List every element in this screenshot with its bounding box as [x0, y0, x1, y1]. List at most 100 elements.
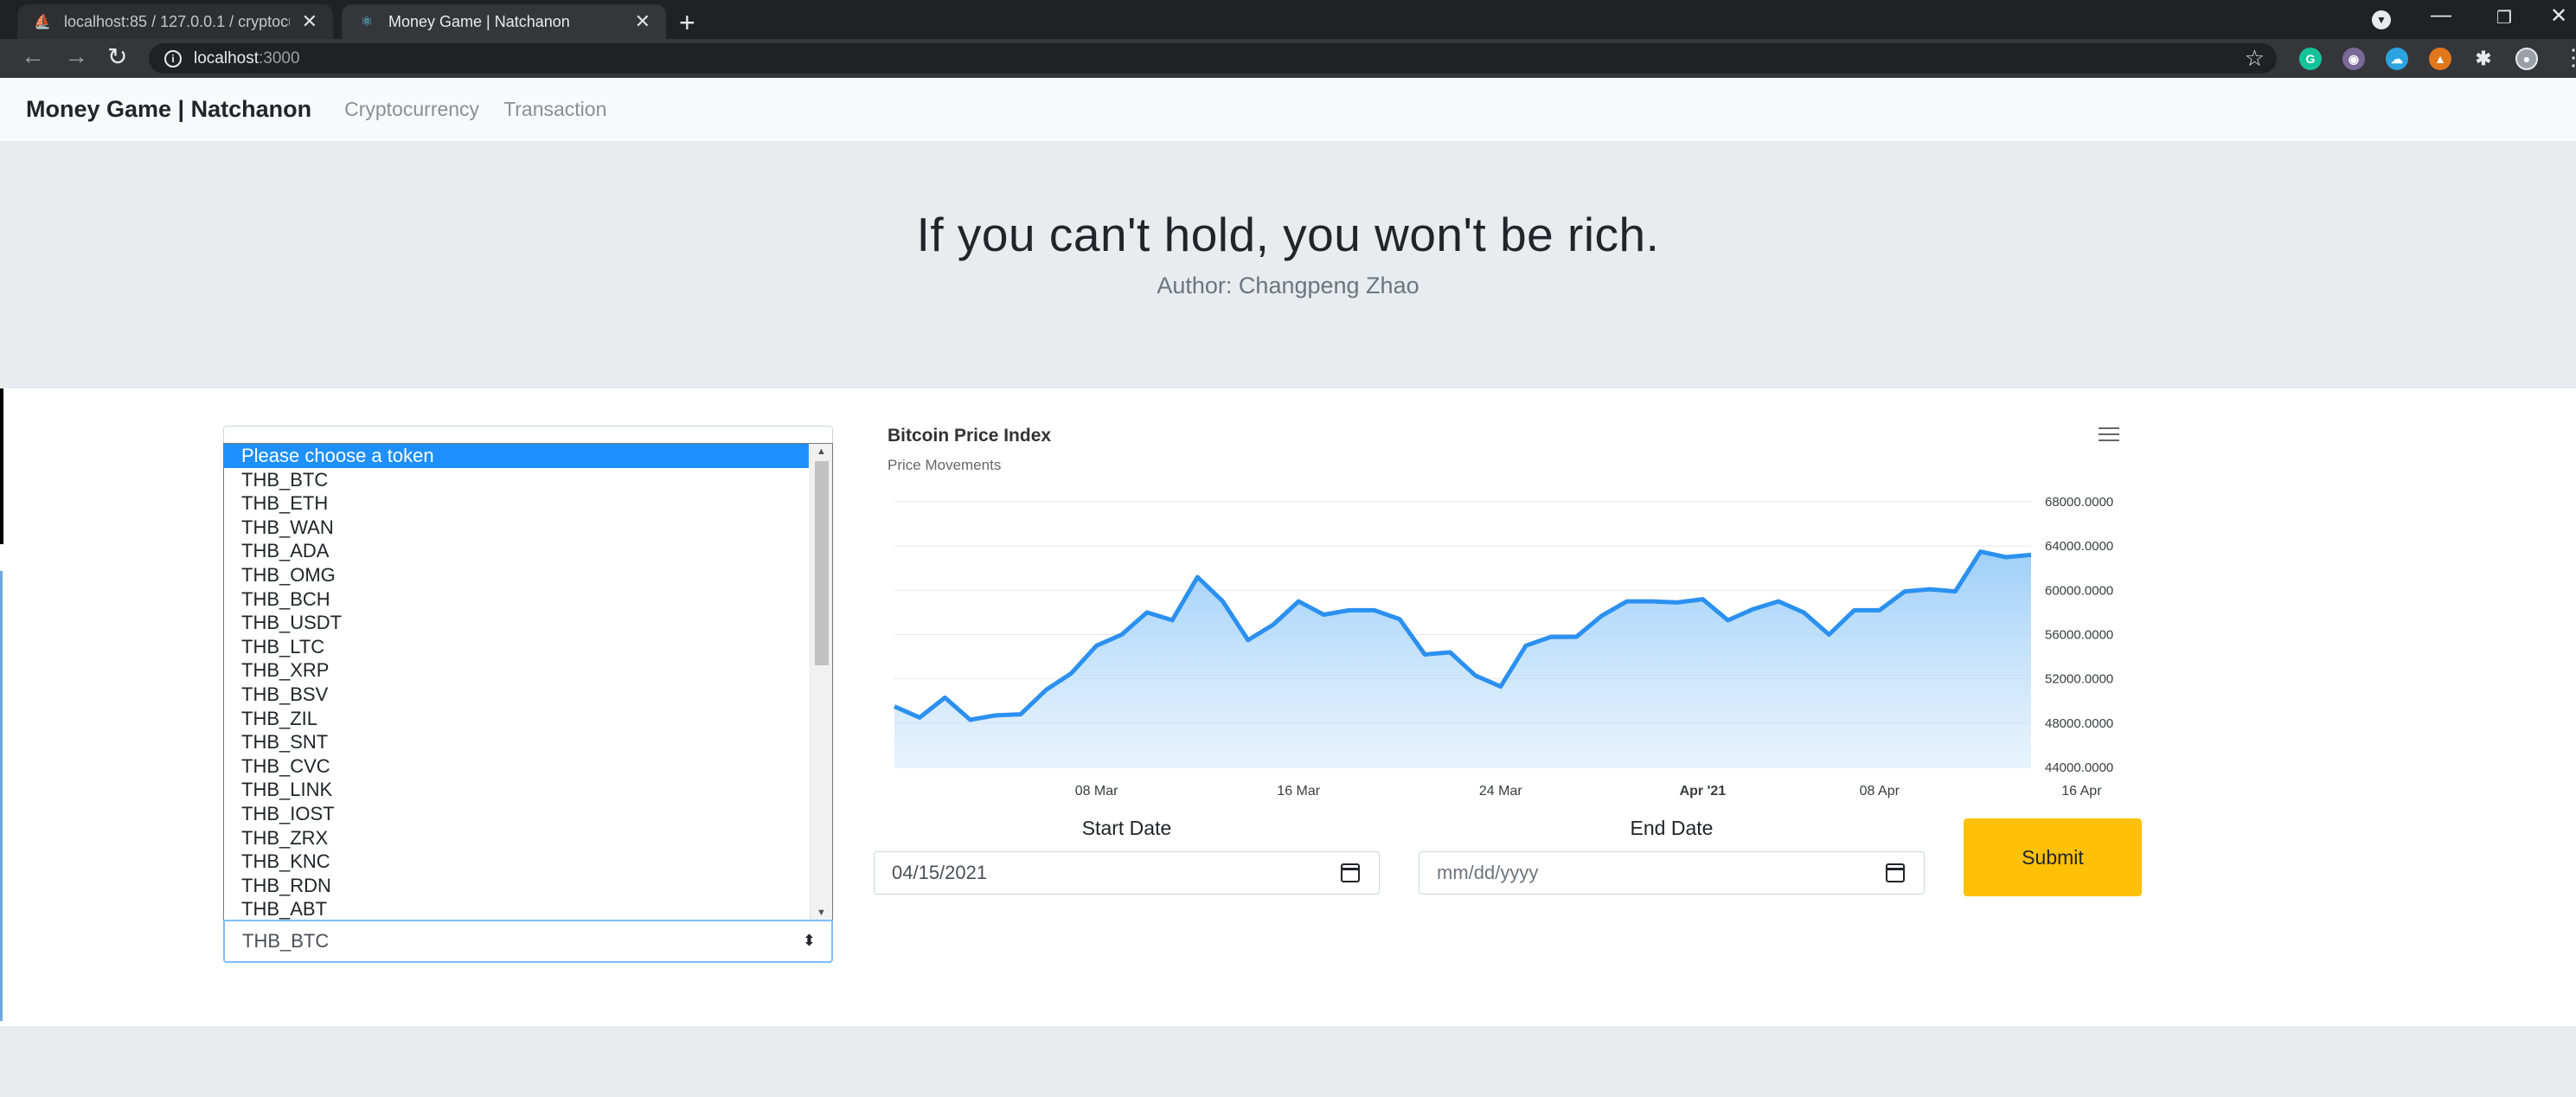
token-option[interactable]: THB_ZIL — [224, 707, 809, 731]
start-date-label: Start Date — [1081, 817, 1172, 839]
end-date-label: End Date — [1630, 817, 1714, 839]
chart-title: Bitcoin Price Index — [888, 426, 1052, 446]
start-date-value: 04/15/2021 — [892, 862, 988, 883]
nav-link-cryptocurrency[interactable]: Cryptocurrency — [344, 98, 479, 121]
reload-icon[interactable]: ↻ — [107, 42, 127, 71]
url-host: localhost — [194, 48, 259, 67]
end-date-input[interactable]: mm/dd/yyyy — [1419, 851, 1925, 895]
url-text: localhost:3000 — [194, 49, 300, 68]
token-option[interactable]: THB_KNC — [224, 850, 809, 874]
phpmyadmin-sail-icon: ⛵ — [34, 15, 51, 29]
calendar-icon[interactable] — [1341, 863, 1360, 882]
token-option[interactable]: Please choose a token — [224, 444, 809, 468]
token-option[interactable]: THB_ABT — [224, 897, 809, 921]
window-close-icon[interactable]: ✕ — [2550, 3, 2567, 29]
profile-avatar-icon[interactable]: ● — [2515, 48, 2538, 70]
token-option[interactable]: THB_ADA — [224, 539, 809, 563]
y-tick-label: 68000.0000 — [2045, 495, 2113, 510]
token-options: Please choose a token THB_BTC THB_ETH THB_W… — [224, 444, 832, 921]
app-navbar: Money Game | Natchanon Cryptocurrency Tr… — [0, 78, 2576, 141]
forward-arrow-icon[interactable]: → — [64, 42, 88, 70]
token-select-frame — [223, 426, 833, 443]
minimize-icon[interactable]: — — [2431, 3, 2451, 28]
bitcoin-price-chart: 44000.0000 48000.0000 52000.0000 56000.0000… — [874, 415, 2145, 805]
cloud-extension-icon[interactable]: ☁ — [2386, 48, 2408, 70]
address-bar[interactable]: i localhost:3000 ☆ — [149, 43, 2277, 74]
metamask-icon[interactable]: ▲ — [2429, 48, 2451, 70]
more-menu-icon[interactable]: ⋮ — [2562, 44, 2576, 71]
browser-toolbar: ← → ↻ i localhost:3000 ☆ G ◉ ☁ ▲ ✱ ● ⋮ — [0, 39, 2576, 78]
calendar-icon[interactable] — [1886, 863, 1905, 882]
token-option[interactable]: THB_WAN — [224, 516, 809, 540]
nav-link-transaction[interactable]: Transaction — [503, 98, 606, 121]
close-icon[interactable]: ✕ — [302, 10, 317, 33]
tab-title: localhost:85 / 127.0.0.1 / cryptocurrenc… — [64, 12, 290, 30]
dropdown-scrollbar[interactable]: ▲ ▼ — [810, 444, 832, 921]
grammarly-icon[interactable]: G — [2299, 48, 2322, 70]
y-tick-label: 56000.0000 — [2045, 628, 2113, 643]
price-area-fill — [894, 551, 2031, 767]
token-option[interactable]: THB_ZRX — [224, 826, 809, 850]
token-option[interactable]: THB_CVC — [224, 754, 809, 779]
hamburger-menu-icon[interactable] — [2099, 427, 2119, 441]
x-tick-label: Apr '21 — [1680, 784, 1727, 799]
window-edge — [0, 571, 3, 1021]
url-port: :3000 — [259, 48, 300, 67]
react-atom-icon: ⚛ — [360, 15, 374, 29]
y-tick-label: 60000.0000 — [2045, 583, 2113, 598]
quote-author: Author: Changpeng Zhao — [1157, 273, 1419, 298]
x-tick-label: 08 Mar — [1075, 784, 1118, 799]
y-tick-label: 44000.0000 — [2045, 760, 2113, 775]
window-edge — [0, 388, 3, 544]
token-option[interactable]: THB_BSV — [224, 683, 809, 707]
token-option[interactable]: THB_LINK — [224, 778, 809, 802]
browser-window: ⛵ localhost:85 / 127.0.0.1 / cryptocurre… — [0, 0, 2576, 1097]
puzzle-extensions-icon[interactable]: ✱ — [2472, 48, 2495, 70]
token-option[interactable]: THB_BCH — [224, 587, 809, 612]
start-date-input[interactable]: 04/15/2021 — [874, 851, 1380, 895]
token-option[interactable]: THB_ETH — [224, 491, 809, 516]
tab-search-icon[interactable]: ▼ — [2372, 10, 2391, 29]
token-option[interactable]: THB_RDN — [224, 874, 809, 898]
tab-title: Money Game | Natchanon — [388, 12, 570, 30]
token-option[interactable]: THB_XRP — [224, 658, 809, 683]
token-option[interactable]: THB_IOST — [224, 802, 809, 826]
close-icon[interactable]: ✕ — [635, 10, 650, 33]
quote-heading: If you can't hold, you won't be rich. — [916, 208, 1660, 261]
bookmark-star-icon[interactable]: ☆ — [2245, 45, 2265, 72]
scroll-down-arrow-icon[interactable]: ▼ — [811, 905, 832, 921]
y-tick-label: 64000.0000 — [2045, 539, 2113, 554]
chart-svg: 44000.0000 48000.0000 52000.0000 56000.0000… — [893, 495, 2113, 799]
token-option[interactable]: THB_BTC — [224, 468, 809, 492]
tab-strip: ⛵ localhost:85 / 127.0.0.1 / cryptocurre… — [0, 0, 2576, 39]
footer-band — [0, 1026, 2576, 1097]
x-tick-label: 16 Mar — [1277, 784, 1320, 799]
site-info-icon[interactable]: i — [164, 49, 182, 67]
back-arrow-icon[interactable]: ← — [21, 42, 45, 70]
token-select[interactable]: THB_BTC ⬍ — [223, 920, 833, 963]
owl-extension-icon[interactable]: ◉ — [2342, 48, 2365, 70]
tab-phpmyadmin[interactable]: ⛵ localhost:85 / 127.0.0.1 / cryptocurre… — [17, 4, 333, 39]
new-tab-button[interactable]: + — [679, 7, 695, 39]
end-date-placeholder: mm/dd/yyyy — [1437, 862, 1539, 883]
quote-jumbotron: If you can't hold, you won't be rich. Au… — [0, 141, 2576, 388]
scrollbar-thumb[interactable] — [815, 461, 829, 665]
scroll-up-arrow-icon[interactable]: ▲ — [811, 444, 832, 459]
x-tick-label: 16 Apr — [2061, 784, 2102, 799]
navbar-brand[interactable]: Money Game | Natchanon — [26, 96, 311, 123]
submit-button[interactable]: Submit — [1964, 818, 2142, 896]
token-dropdown-list[interactable]: Please choose a token THB_BTC THB_ETH THB_W… — [223, 443, 833, 921]
token-option[interactable]: THB_LTC — [224, 635, 809, 659]
token-option[interactable]: THB_SNT — [224, 730, 809, 754]
restore-icon[interactable]: ❐ — [2496, 7, 2512, 29]
y-tick-label: 48000.0000 — [2045, 716, 2113, 731]
x-tick-label: 08 Apr — [1860, 784, 1900, 799]
tab-money-game[interactable]: ⚛ Money Game | Natchanon ✕ — [342, 4, 666, 39]
token-select-value: THB_BTC — [242, 930, 330, 952]
chart-subtitle: Price Movements — [888, 457, 1002, 473]
select-caret-icon: ⬍ — [802, 932, 816, 949]
x-tick-label: 24 Mar — [1479, 784, 1522, 799]
token-option[interactable]: THB_OMG — [224, 563, 809, 587]
y-tick-label: 52000.0000 — [2045, 672, 2113, 687]
token-option[interactable]: THB_USDT — [224, 611, 809, 635]
